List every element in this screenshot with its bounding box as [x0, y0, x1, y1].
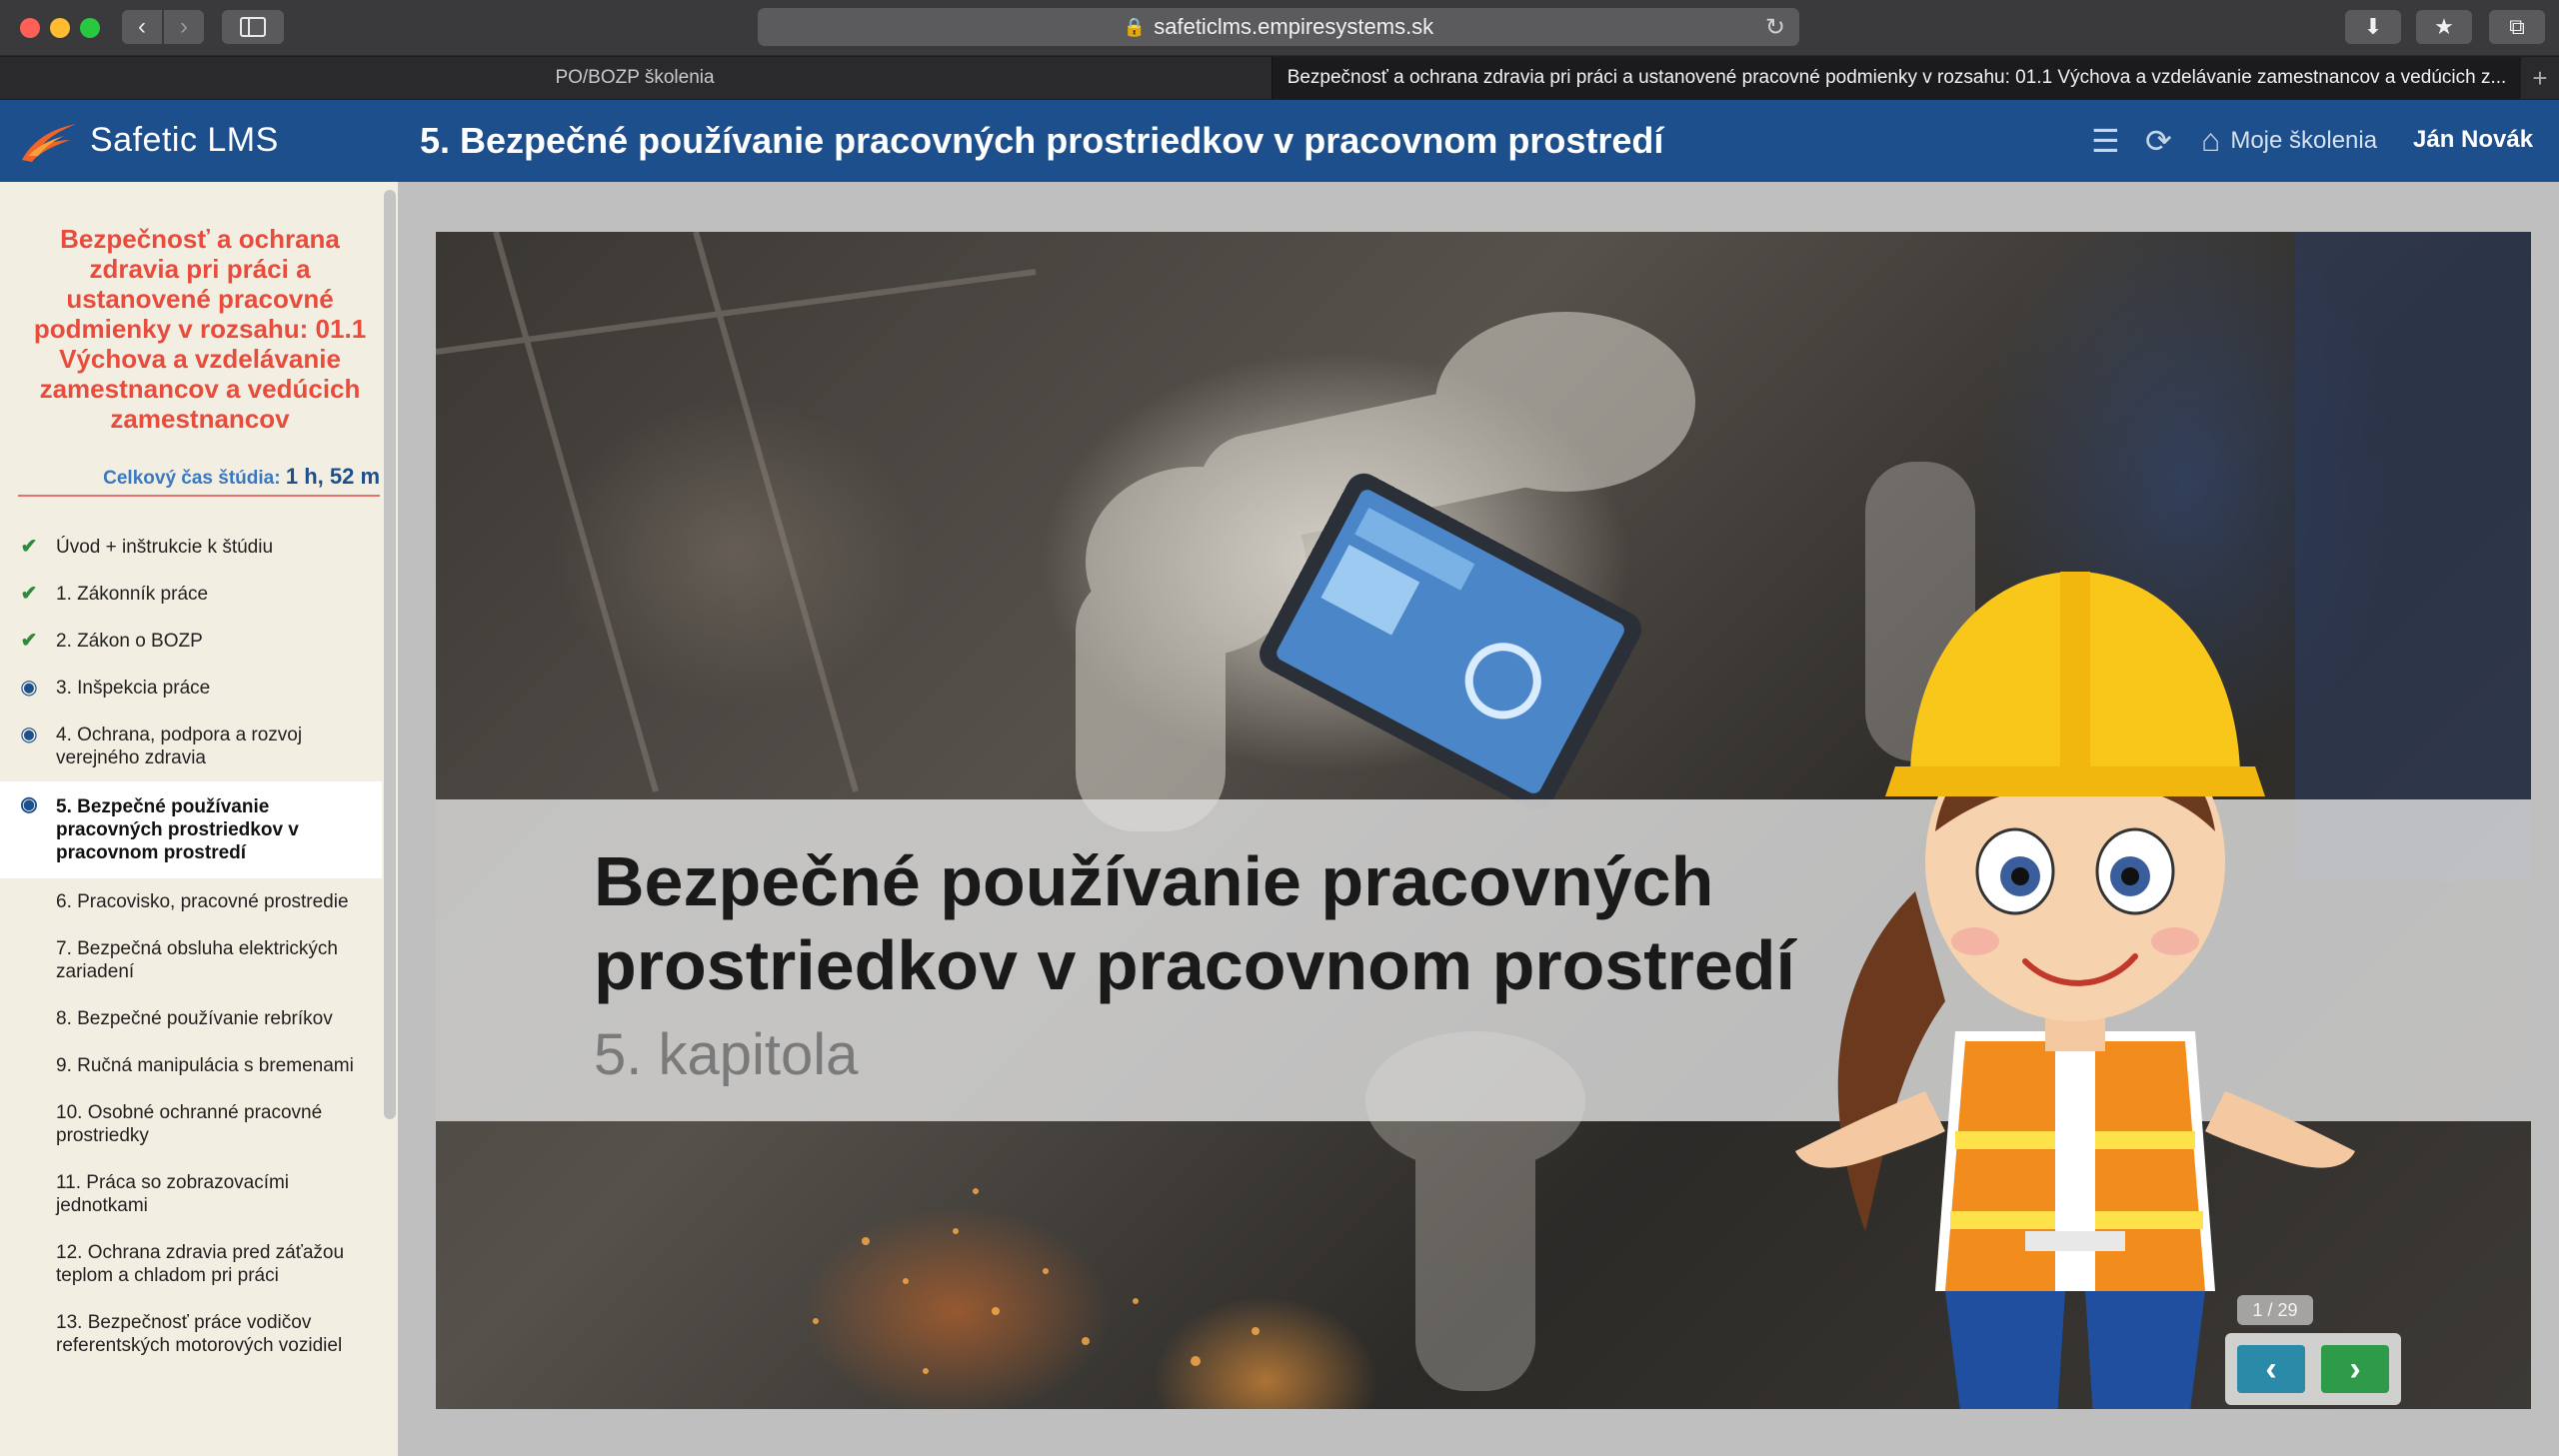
- browser-toolbar: ‹ › 🔒 safeticlms.empiresystems.sk ↻ ⬇ ★ …: [0, 0, 2559, 56]
- app-header: Safetic LMS 5. Bezpečné používanie praco…: [0, 100, 2559, 182]
- slide-subheading: 5. kapitola: [594, 1022, 859, 1087]
- chapter-label: 10. Osobné ochranné pracovné prostriedky: [56, 1102, 323, 1146]
- home-icon: ⌂: [2201, 122, 2221, 158]
- download-icon: ⬇: [2363, 14, 2383, 39]
- next-slide-button[interactable]: ›: [2321, 1345, 2389, 1393]
- chapter-label: 2. Zákon o BOZP: [56, 631, 203, 652]
- safetic-logo[interactable]: Safetic LMS: [18, 116, 279, 164]
- my-trainings-label: Moje školenia: [2230, 126, 2378, 154]
- user-name[interactable]: Ján Novák: [2413, 126, 2533, 154]
- plus-icon: +: [2532, 62, 2548, 93]
- window-zoom-button[interactable]: [80, 18, 100, 38]
- eye-icon: ◉: [20, 724, 38, 745]
- check-icon: ✔: [20, 583, 38, 605]
- eye-icon: ◉: [20, 677, 38, 699]
- chapter-label: 6. Pracovisko, pracovné prostredie: [56, 891, 349, 912]
- chapter-item-3[interactable]: ◉ 3. Inšpekcia práce: [0, 665, 382, 712]
- slide-counter: 1 / 29: [2237, 1295, 2313, 1325]
- chapter-item-10[interactable]: 10. Osobné ochranné pracovné prostriedky: [0, 1089, 382, 1159]
- chevron-right-icon: ›: [2349, 1349, 2361, 1388]
- sidebar-toggle-button[interactable]: [222, 10, 284, 44]
- tab-overview-button[interactable]: ⧉: [2489, 10, 2545, 44]
- study-time-label: Celkový čas štúdia:: [103, 468, 281, 489]
- lock-icon: 🔒: [1123, 16, 1147, 37]
- menu-icon[interactable]: ☰: [2091, 122, 2120, 160]
- worker-character-illustration: [1795, 572, 2355, 1409]
- chapter-item-6[interactable]: 6. Pracovisko, pracovné prostredie: [0, 878, 382, 925]
- chapter-item-1[interactable]: ✔ 1. Zákonník práce: [0, 571, 382, 618]
- eye-icon: ◉: [20, 793, 38, 815]
- chapter-item-2[interactable]: ✔ 2. Zákon o BOZP: [0, 618, 382, 665]
- sidebar-icon: [240, 17, 266, 37]
- chapter-item-4[interactable]: ◉ 4. Ochrana, podpora a rozvoj verejného …: [0, 712, 382, 781]
- chapter-item-13[interactable]: 13. Bezpečnosť práce vodičov referentský…: [0, 1299, 382, 1369]
- page-title: 5. Bezpečné používanie pracovných prostr…: [420, 120, 1664, 161]
- url-text: safeticlms.empiresystems.sk: [1154, 14, 1434, 39]
- window-close-button[interactable]: [20, 18, 40, 38]
- downloads-button[interactable]: ⬇: [2345, 10, 2401, 44]
- chapter-label: 13. Bezpečnosť práce vodičov referentský…: [56, 1312, 343, 1356]
- chapter-item-8[interactable]: 8. Bezpečné používanie rebríkov: [0, 995, 382, 1042]
- tab-active-course[interactable]: Bezpečnosť a ochrana zdravia pri práci a…: [1272, 57, 2521, 99]
- chapter-label: 9. Ručná manipulácia s bremenami: [56, 1055, 354, 1076]
- address-bar[interactable]: 🔒 safeticlms.empiresystems.sk ↻: [758, 8, 1799, 46]
- sidebar-scrollbar[interactable]: [384, 190, 396, 1119]
- chapter-label: 8. Bezpečné používanie rebríkov: [56, 1008, 333, 1029]
- star-icon: ★: [2434, 14, 2454, 39]
- tab-bar: PO/BOZP školenia Bezpečnosť a ochrana zd…: [0, 57, 2559, 99]
- chevron-left-icon: ‹: [2265, 1349, 2277, 1388]
- tabs-icon: ⧉: [2509, 14, 2525, 39]
- browser-back-button[interactable]: ‹: [122, 10, 162, 44]
- window-minimize-button[interactable]: [50, 18, 70, 38]
- course-title: Bezpečnosť a ochrana zdravia pri práci a…: [33, 224, 367, 434]
- previous-slide-button[interactable]: ‹: [2237, 1345, 2305, 1393]
- chapter-item-intro[interactable]: ✔ Úvod + inštrukcie k štúdiu: [0, 524, 382, 571]
- new-tab-button[interactable]: +: [2521, 57, 2559, 99]
- chapter-item-12[interactable]: 12. Ochrana zdravia pred záťažou teplom …: [0, 1229, 382, 1299]
- study-time-value: 1 h, 52 m: [285, 464, 380, 489]
- chapter-item-9[interactable]: 9. Ručná manipulácia s bremenami: [0, 1042, 382, 1089]
- logo-text: Safetic LMS: [90, 120, 279, 159]
- chapter-label: 1. Zákonník práce: [56, 584, 209, 605]
- slide-navigation: ‹ ›: [2225, 1333, 2401, 1405]
- chapter-label: 4. Ochrana, podpora a rozvoj verejného z…: [56, 725, 303, 768]
- course-sidebar: Bezpečnosť a ochrana zdravia pri práci a…: [0, 182, 398, 1456]
- chevron-left-icon: ‹: [138, 13, 146, 40]
- check-icon: ✔: [20, 630, 38, 652]
- slide-heading: Bezpečné používanie pracovných prostried…: [594, 839, 1823, 1007]
- chapter-item-11[interactable]: 11. Práca so zobrazovacími jednotkami: [0, 1159, 382, 1229]
- chapter-item-5-active[interactable]: ◉ 5. Bezpečné používanie pracovných prost…: [0, 781, 382, 878]
- check-icon: ✔: [20, 536, 38, 558]
- slide-viewer: Bezpečné používanie pracovných prostried…: [436, 232, 2531, 1409]
- chapter-list: ✔ Úvod + inštrukcie k štúdiu ✔ 1. Zákonník…: [0, 524, 382, 1369]
- sidebar-divider: [18, 495, 380, 497]
- flame-logo-icon: [22, 124, 76, 162]
- chapter-label: 11. Práca so zobrazovacími jednotkami: [56, 1172, 290, 1216]
- chapter-label: 12. Ochrana zdravia pred záťažou teplom …: [56, 1242, 345, 1286]
- my-trainings-link[interactable]: ⌂ Moje školenia: [2201, 122, 2377, 159]
- sync-icon[interactable]: ⟳: [2145, 122, 2172, 160]
- bookmarks-button[interactable]: ★: [2416, 10, 2472, 44]
- slide-heading-text: Bezpečné používanie pracovných prostried…: [594, 842, 1795, 1004]
- study-time: Celkový čas štúdia: 1 h, 52 m: [16, 464, 380, 490]
- chapter-label: Úvod + inštrukcie k štúdiu: [56, 537, 274, 558]
- chapter-item-7[interactable]: 7. Bezpečná obsluha elektrických zariade…: [0, 925, 382, 995]
- browser-forward-button[interactable]: ›: [164, 10, 204, 44]
- chevron-right-icon: ›: [180, 13, 188, 40]
- tab-bozp-skolenia[interactable]: PO/BOZP školenia: [0, 57, 1270, 99]
- chapter-label: 7. Bezpečná obsluha elektrických zariade…: [56, 938, 338, 982]
- chapter-label: 5. Bezpečné používanie pracovných prostr…: [56, 796, 299, 863]
- chapter-label: 3. Inšpekcia práce: [56, 678, 211, 699]
- reload-icon[interactable]: ↻: [1765, 13, 1785, 42]
